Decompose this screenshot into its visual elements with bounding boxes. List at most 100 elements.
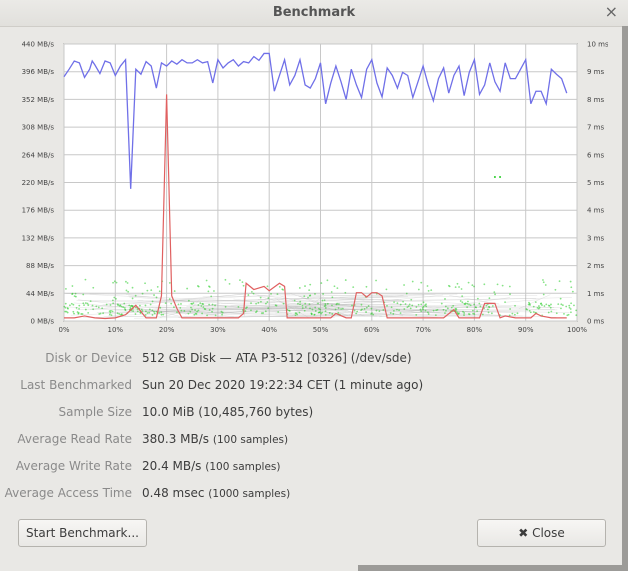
access-time-point <box>158 312 160 314</box>
y-left-tick-label: 0 MB/s <box>30 318 54 326</box>
access-time-point <box>307 296 309 299</box>
access-time-point <box>151 314 154 316</box>
access-time-point <box>221 311 224 314</box>
access-time-point <box>158 290 161 293</box>
access-time-point <box>160 313 163 316</box>
access-time-point <box>568 304 571 307</box>
y-right-tick-label: 2 ms <box>587 262 604 270</box>
access-time-point <box>80 313 83 315</box>
access-time-point <box>409 307 412 310</box>
access-time-point <box>378 310 381 313</box>
access-time-point <box>365 311 367 313</box>
access-time-point <box>148 311 151 314</box>
access-time-point <box>282 288 285 291</box>
last-benchmarked-row: Last Benchmarked Sun 20 Dec 2020 19:22:3… <box>0 372 628 399</box>
access-time-point <box>539 302 542 305</box>
y-right-tick-label: 3 ms <box>587 234 604 242</box>
y-left-tick-label: 440 MB/s <box>22 41 55 49</box>
x-tick-label: 80% <box>467 326 483 334</box>
access-time-point <box>130 305 132 307</box>
access-time-point <box>404 303 407 305</box>
access-time-point <box>299 303 301 306</box>
access-time-point <box>151 309 154 312</box>
close-button[interactable]: ✖ Close <box>477 519 606 547</box>
access-time-point <box>299 300 302 303</box>
access-time-point <box>466 306 469 309</box>
access-time-point <box>471 284 474 287</box>
access-time-point <box>396 308 398 311</box>
window-close-icon[interactable]: × <box>605 2 618 21</box>
access-time-point <box>308 303 311 305</box>
access-time-point <box>170 302 173 305</box>
access-time-point <box>491 305 494 307</box>
access-time-point <box>214 304 216 307</box>
access-time-point <box>87 304 90 307</box>
access-time-point <box>575 309 578 312</box>
close-label: Close <box>532 526 565 540</box>
access-time-point <box>69 304 71 307</box>
access-time-point <box>197 309 200 312</box>
access-time-point <box>314 293 316 295</box>
access-time-point <box>260 312 263 315</box>
access-time-point <box>65 287 67 290</box>
access-time-point <box>425 303 427 306</box>
access-time-point <box>267 297 270 299</box>
read-rate-value: 380.3 MB/s <box>142 432 210 446</box>
access-time-point <box>301 304 304 307</box>
disk-label: Disk or Device <box>45 351 132 365</box>
x-tick-label: 20% <box>159 326 175 334</box>
access-time-point <box>565 305 568 308</box>
access-time-point <box>252 292 255 295</box>
access-time-point <box>75 307 78 309</box>
access-time-point <box>534 301 537 304</box>
access-time-point <box>557 303 560 306</box>
access-time-point <box>211 307 214 310</box>
access-time-point <box>301 307 304 309</box>
access-time-point <box>250 291 253 293</box>
access-time-point <box>189 310 192 313</box>
access-time-point <box>111 299 114 302</box>
access-time-point <box>309 307 311 310</box>
y-right-tick-label: 10 ms <box>587 41 608 49</box>
window-shadow-bottom <box>358 565 628 571</box>
access-time-point <box>78 307 80 310</box>
access-time-point <box>528 302 531 305</box>
access-time-point <box>372 313 375 316</box>
access-time-point <box>440 302 443 305</box>
access-time-point <box>66 307 69 309</box>
access-time-point <box>211 303 214 306</box>
access-time-point <box>148 308 151 311</box>
access-time-point <box>89 300 92 303</box>
access-time-point <box>71 293 74 296</box>
access-time-point <box>82 302 85 305</box>
y-right-tick-label: 7 ms <box>587 124 604 132</box>
access-time-outlier <box>493 175 496 178</box>
access-time-point <box>461 295 464 298</box>
access-time-point <box>259 296 262 299</box>
access-time-point <box>250 309 252 312</box>
last-benchmarked-value: Sun 20 Dec 2020 19:22:34 CET (1 minute a… <box>142 378 424 392</box>
access-time-point <box>415 306 418 308</box>
access-time-point <box>131 297 134 300</box>
access-time-point <box>146 312 149 314</box>
access-time-point <box>146 289 149 292</box>
access-time-point <box>526 308 529 311</box>
access-time-point <box>547 311 550 314</box>
y-right-tick-label: 4 ms <box>587 207 604 215</box>
start-benchmark-button[interactable]: Start Benchmark... <box>18 519 147 547</box>
access-time-point <box>314 310 317 312</box>
access-time-point <box>375 309 378 312</box>
access-time-point <box>187 299 190 302</box>
access-time-point <box>444 298 446 300</box>
access-time-point <box>224 278 227 281</box>
access-time-point <box>569 280 572 283</box>
access-time-point <box>116 312 119 315</box>
access-time-point <box>324 310 327 313</box>
access-time-point <box>365 306 368 309</box>
access-time-point <box>207 290 210 293</box>
access-time-point <box>99 312 102 315</box>
access-time-value-group: 0.48 msec (1000 samples) <box>142 486 290 500</box>
y-right-tick-label: 8 ms <box>587 96 604 104</box>
access-time-point <box>153 310 155 313</box>
access-time-point <box>550 310 553 313</box>
